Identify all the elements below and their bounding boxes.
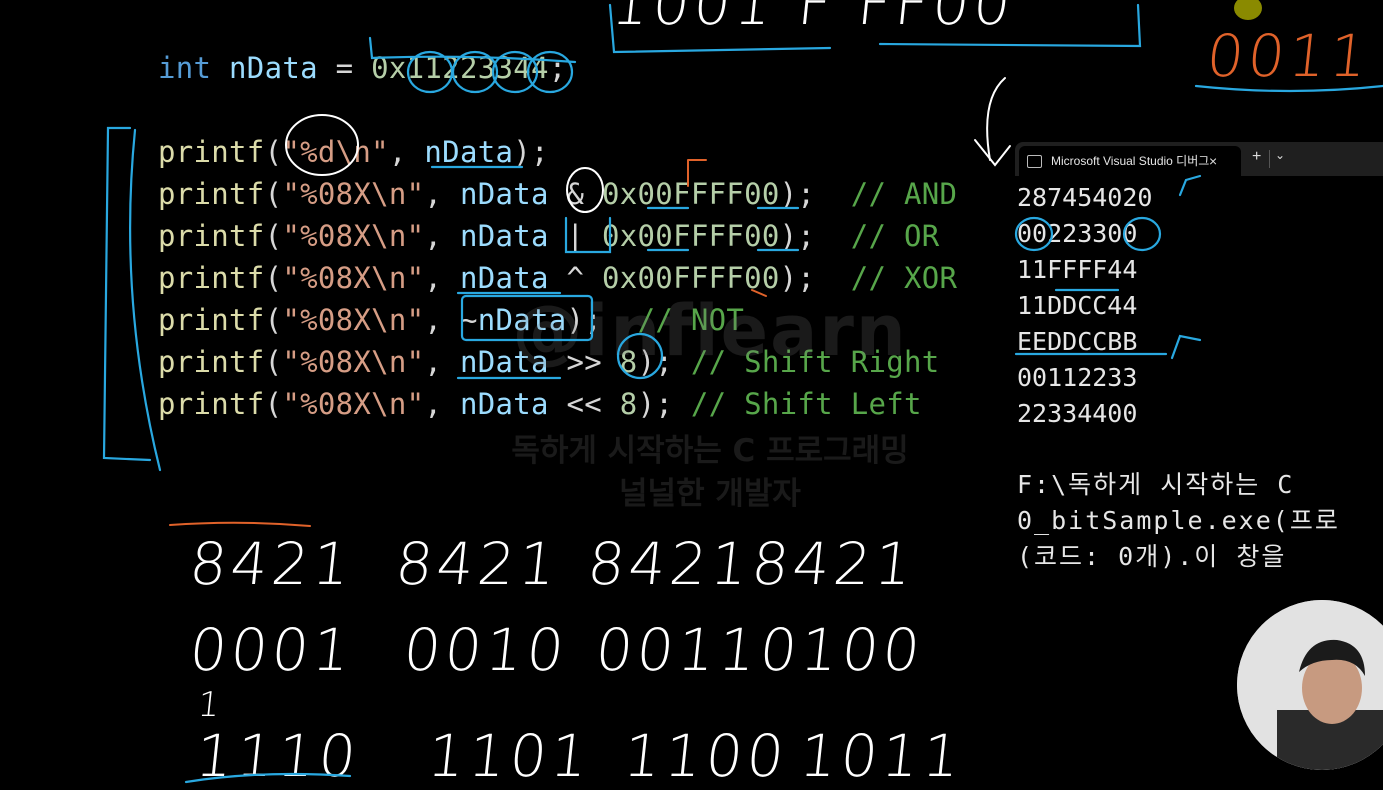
pen-annotations <box>102 0 1383 784</box>
pen-cursor-dot <box>1234 0 1262 20</box>
